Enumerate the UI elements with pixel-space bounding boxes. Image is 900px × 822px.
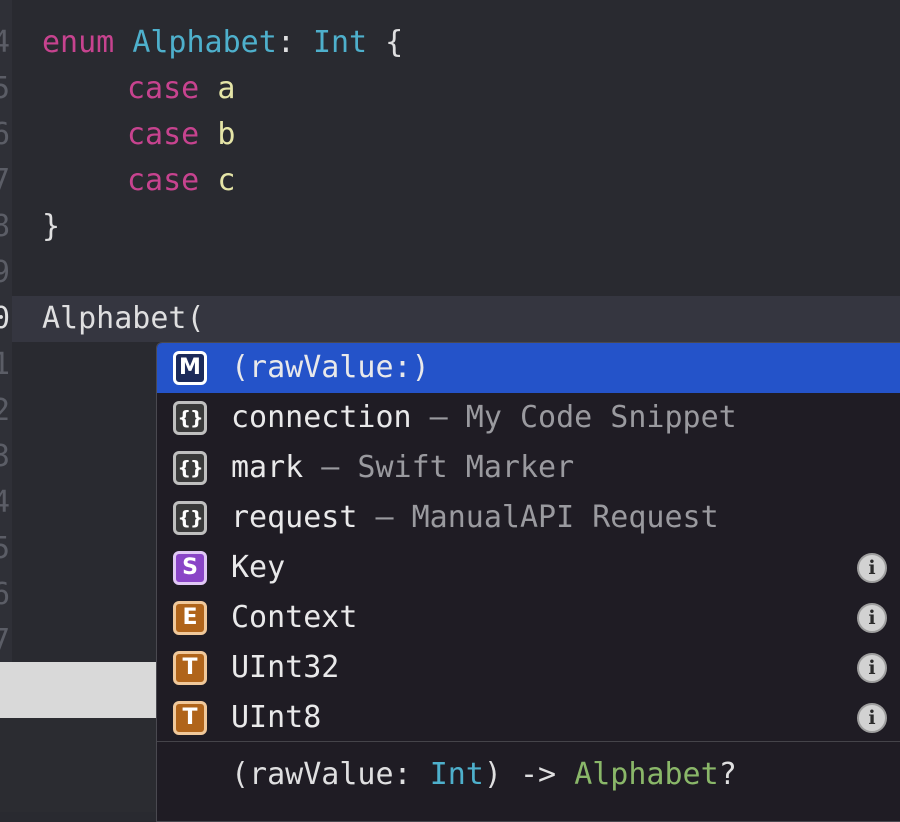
info-icon[interactable]: i xyxy=(857,703,887,733)
type-name-alphabet: Alphabet xyxy=(132,25,277,60)
completion-label: UInt32 xyxy=(231,643,339,693)
line-number: 6 xyxy=(0,117,11,152)
signature-return-type: Alphabet xyxy=(574,757,719,792)
type-name-int: Int xyxy=(312,25,368,60)
keyword-case: case xyxy=(127,117,200,152)
case-identifier: a xyxy=(217,71,236,106)
line-number: 5 xyxy=(0,71,11,106)
keyword-case: case xyxy=(127,71,200,106)
code-line-case-a[interactable]: case a xyxy=(127,66,235,112)
keyword-case: case xyxy=(127,163,200,198)
completion-name: Context xyxy=(231,600,358,635)
completion-item-connection[interactable]: {} connection – My Code Snippet xyxy=(157,393,900,443)
line-number: 1 xyxy=(0,347,11,382)
line-number: 7 xyxy=(0,163,11,198)
bottom-panel xyxy=(0,718,160,812)
line-number: 3 xyxy=(0,439,11,474)
line-number: 5 xyxy=(0,531,11,566)
snippet-icon: {} xyxy=(173,501,207,535)
popup-divider xyxy=(157,741,900,742)
info-icon[interactable]: i xyxy=(857,553,887,583)
signature-param: (rawValue: xyxy=(231,757,430,792)
autocomplete-popup[interactable]: M (rawValue:) {} connection – My Code Sn… xyxy=(156,342,900,822)
signature-arrow: ) -> xyxy=(483,757,575,792)
code-line-enum-decl[interactable]: enum Alphabet: Int { xyxy=(42,20,403,66)
code-line-case-b[interactable]: case b xyxy=(127,112,235,158)
case-identifier: b xyxy=(217,117,236,152)
side-panel-light xyxy=(0,662,160,718)
completion-label: mark – Swift Marker xyxy=(231,443,574,493)
completion-name: connection xyxy=(231,400,412,435)
completion-detail: – ManualAPI Request xyxy=(357,500,719,535)
code-line-close-brace[interactable]: } xyxy=(42,204,60,250)
completion-detail: – My Code Snippet xyxy=(411,400,737,435)
signature-preview: (rawValue: Int) -> Alphabet? xyxy=(231,755,737,795)
completion-label: Key xyxy=(231,543,285,593)
line-number: 6 xyxy=(0,577,11,612)
struct-icon: S xyxy=(173,551,207,585)
keyword-enum: enum xyxy=(42,25,115,60)
completion-item-context[interactable]: E Context i xyxy=(157,593,900,643)
line-number: 8 xyxy=(0,209,11,244)
case-identifier: c xyxy=(217,163,236,198)
snippet-icon: {} xyxy=(173,401,207,435)
completion-name: UInt32 xyxy=(231,650,340,685)
line-number: 2 xyxy=(0,393,11,428)
line-number: 7 xyxy=(0,623,11,658)
line-number: 4 xyxy=(0,485,11,520)
completion-item-uint32[interactable]: T UInt32 i xyxy=(157,643,900,693)
completion-label: Context xyxy=(231,593,357,643)
completion-name: request xyxy=(231,500,358,535)
completion-item-request[interactable]: {} request – ManualAPI Request xyxy=(157,493,900,543)
line-number: 4 xyxy=(0,25,11,60)
open-brace: { xyxy=(367,25,404,60)
completion-name: mark xyxy=(231,450,304,485)
info-icon[interactable]: i xyxy=(857,653,887,683)
code-line-current[interactable]: Alphabet( xyxy=(42,296,205,342)
code-line-case-c[interactable]: case c xyxy=(127,158,235,204)
snippet-icon: {} xyxy=(173,451,207,485)
completion-item-rawvalue[interactable]: M (rawValue:) xyxy=(157,343,900,393)
completion-label: UInt8 xyxy=(231,693,321,743)
typealias-icon: T xyxy=(173,651,207,685)
completion-name: Key xyxy=(231,550,286,585)
completion-item-uint8[interactable]: T UInt8 i xyxy=(157,693,900,743)
signature-optional: ? xyxy=(718,757,737,792)
info-icon[interactable]: i xyxy=(857,603,887,633)
enum-icon: E xyxy=(173,601,207,635)
line-number-current: 0 xyxy=(0,301,11,336)
completion-label: connection – My Code Snippet xyxy=(231,393,737,443)
completion-name: UInt8 xyxy=(231,700,322,735)
method-icon: M xyxy=(173,351,207,385)
completion-label: request – ManualAPI Request xyxy=(231,493,719,543)
signature-type-int: Int xyxy=(429,757,484,792)
completion-detail: – Swift Marker xyxy=(303,450,575,485)
completion-name: (rawValue:) xyxy=(231,350,430,385)
line-number: 9 xyxy=(0,255,11,290)
line-number-gutter: 4 5 6 7 8 9 0 1 2 3 4 5 6 7 xyxy=(0,0,12,662)
completion-item-key[interactable]: S Key i xyxy=(157,543,900,593)
completion-label: (rawValue:) xyxy=(231,343,430,393)
typealias-icon: T xyxy=(173,701,207,735)
completion-item-mark[interactable]: {} mark – Swift Marker xyxy=(157,443,900,493)
colon: : xyxy=(276,25,313,60)
